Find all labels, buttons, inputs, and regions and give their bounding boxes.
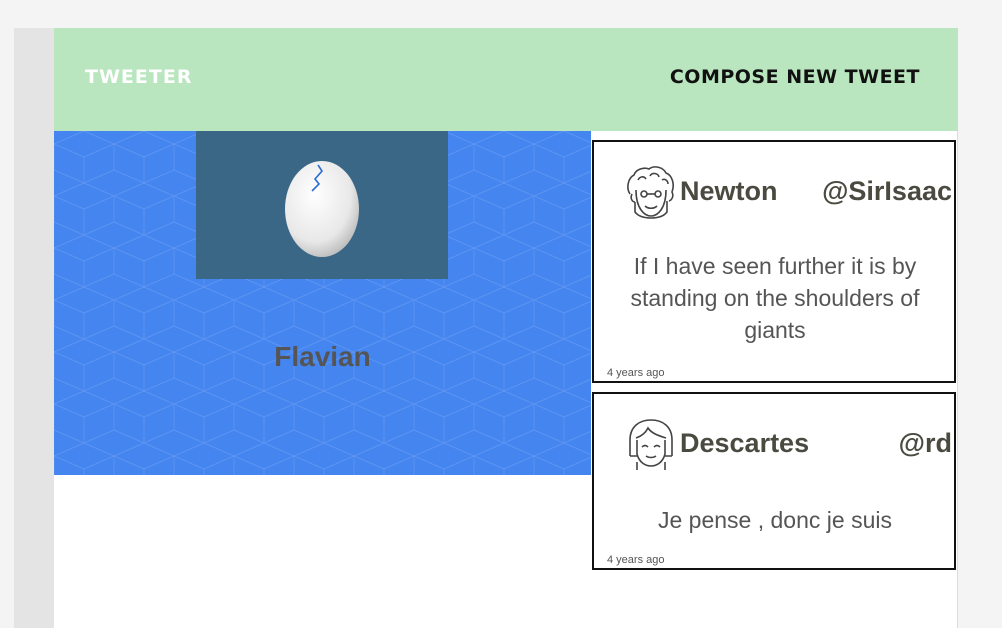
tweet-author[interactable]: Descartes: [680, 428, 809, 459]
tweet-handle[interactable]: @SirIsaac: [822, 176, 952, 207]
egg-icon: [285, 161, 359, 257]
left-gutter: [14, 28, 54, 628]
profile-card: Flavian: [54, 131, 591, 475]
page: TWEETER COMPOSE NEW TWEET Flavian Newton…: [54, 28, 958, 628]
tweet-card[interactable]: Newton @SirIsaac If I have seen further …: [592, 140, 956, 383]
curly-hair-avatar-icon: [627, 166, 674, 219]
resize-handle-right[interactable]: [970, 623, 982, 628]
tweet-card[interactable]: Descartes @rd Je pense , donc je suis 4 …: [592, 392, 956, 570]
tweet-handle[interactable]: @rd: [899, 428, 952, 459]
tweet-header: Descartes @rd: [624, 416, 954, 472]
tweet-timestamp: 4 years ago: [607, 554, 665, 566]
resize-handle-left[interactable]: [28, 623, 40, 628]
tweet-author[interactable]: Newton: [680, 176, 778, 207]
tweet-text: If I have seen further it is by standing…: [630, 253, 920, 343]
profile-avatar: [196, 131, 448, 279]
brand-logo[interactable]: TWEETER: [85, 66, 192, 88]
bob-hair-avatar-icon: [629, 419, 673, 470]
tweet-text: Je pense , donc je suis: [658, 507, 892, 533]
profile-name: Flavian: [274, 341, 371, 372]
tweet-timestamp: 4 years ago: [607, 367, 665, 379]
top-nav: TWEETER COMPOSE NEW TWEET: [54, 28, 958, 131]
compose-tweet-button[interactable]: COMPOSE NEW TWEET: [670, 66, 920, 88]
tweet-header: Newton @SirIsaac: [624, 164, 954, 220]
